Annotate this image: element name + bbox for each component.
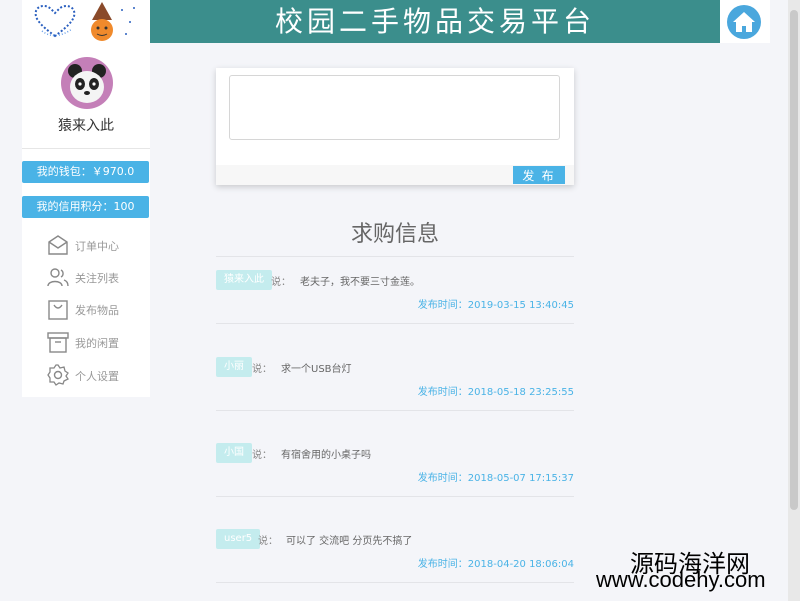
user-tag[interactable]: 小丽	[216, 357, 252, 377]
home-icon	[733, 12, 755, 32]
post-time: 发布时间：2018-05-18 23:25:55	[417, 387, 574, 398]
says-label: 说：	[252, 450, 272, 461]
publish-button[interactable]: 发 布	[513, 166, 565, 184]
sidebar: 猿来入此 我的钱包：￥970.0 我的信用积分：100 订单中心 关注列表 发布…	[22, 43, 150, 397]
user-tag[interactable]: 猿来入此	[216, 270, 272, 290]
menu-label: 订单中心	[75, 240, 119, 253]
says-label: 说：	[271, 277, 291, 288]
divider	[216, 496, 574, 497]
shopping-bag-icon	[48, 300, 68, 320]
menu-label: 发布物品	[75, 304, 119, 317]
menu-label: 个人设置	[75, 370, 119, 383]
menu-item-orders[interactable]: 订单中心	[46, 233, 146, 259]
list-item: 小丽 说： 求一个USB台灯 发布时间：2018-05-18 23:25:55	[216, 357, 574, 417]
menu-item-settings[interactable]: 个人设置	[46, 363, 146, 389]
divider	[216, 410, 574, 411]
avatar[interactable]	[61, 57, 113, 109]
post-composer: 发 布	[216, 68, 574, 185]
post-time: 发布时间：2019-03-15 13:40:45	[417, 300, 574, 311]
post-content: 求一个USB台灯	[281, 364, 352, 375]
divider	[216, 582, 574, 583]
witch-logo-icon	[91, 2, 135, 41]
envelope-icon	[48, 235, 68, 255]
says-label: 说：	[252, 364, 272, 375]
post-content: 可以了 交流吧 分页先不搞了	[286, 536, 413, 547]
credit-button[interactable]: 我的信用积分：100	[22, 196, 149, 218]
menu-item-idle[interactable]: 我的闲置	[46, 330, 146, 356]
menu-item-publish[interactable]: 发布物品	[46, 297, 146, 323]
menu-label: 我的闲置	[75, 337, 119, 350]
user-tag[interactable]: user5	[216, 529, 261, 549]
divider	[216, 256, 574, 257]
page-scrollbar[interactable]	[788, 0, 800, 601]
divider	[22, 148, 150, 149]
users-icon	[47, 268, 69, 287]
wallet-button[interactable]: 我的钱包：￥970.0	[22, 161, 149, 183]
list-item: user5 说： 可以了 交流吧 分页先不搞了 发布时间：2018-04-20 …	[216, 529, 574, 589]
post-time: 发布时间：2018-04-20 18:06:04	[417, 559, 574, 570]
panda-avatar-icon	[68, 64, 106, 103]
divider	[216, 323, 574, 324]
post-content: 老夫子，我不要三寸金莲。	[300, 277, 420, 288]
post-content: 有宿舍用的小桌子吗	[281, 450, 371, 461]
post-time: 发布时间：2018-05-07 17:15:37	[417, 473, 574, 484]
menu-label: 关注列表	[75, 272, 119, 285]
user-tag[interactable]: 小国	[216, 443, 252, 463]
heart-logo-icon	[34, 5, 76, 38]
username: 猿来入此	[58, 118, 114, 134]
menu-item-follows[interactable]: 关注列表	[46, 265, 146, 291]
scrollbar-thumb[interactable]	[790, 10, 798, 510]
gear-icon	[47, 364, 69, 386]
watermark-url: www.codehy.com	[596, 567, 766, 592]
list-item: 猿来入此 说： 老夫子，我不要三寸金莲。 发布时间：2019-03-15 13:…	[216, 270, 574, 330]
logo-area	[22, 0, 150, 43]
home-button[interactable]	[727, 5, 761, 39]
post-textarea[interactable]	[229, 75, 560, 140]
list-item: 小国 说： 有宿舍用的小桌子吗 发布时间：2018-05-07 17:15:37	[216, 443, 574, 503]
site-title: 校园二手物品交易平台	[150, 0, 720, 43]
feed-title: 求购信息	[350, 222, 439, 247]
says-label: 说：	[258, 536, 278, 547]
archive-box-icon	[47, 332, 69, 353]
